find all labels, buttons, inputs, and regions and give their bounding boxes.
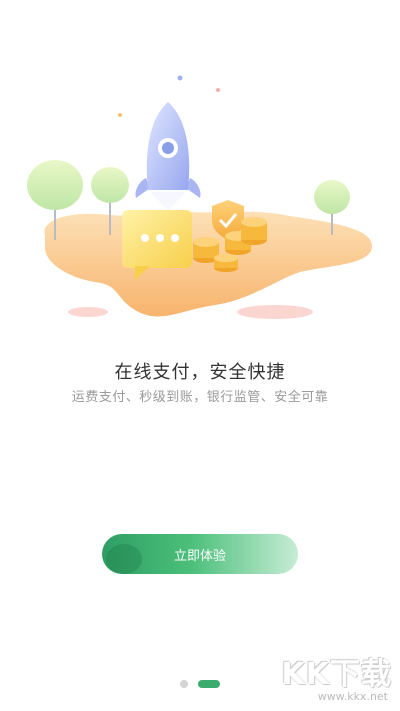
try-now-label: 立即体验 — [173, 548, 226, 564]
decor-dot — [216, 88, 220, 92]
decor-dot — [177, 75, 183, 81]
watermark-text: KK下载 — [281, 657, 392, 692]
watermark-logo: KK下载 www.kkx.net — [272, 649, 392, 703]
button-decoration — [106, 544, 142, 574]
island-shadow — [68, 307, 108, 317]
decor-dot — [118, 113, 122, 117]
island — [44, 211, 373, 317]
try-now-button[interactable]: 立即体验 — [102, 534, 298, 574]
watermark-url: www.kkx.net — [317, 690, 388, 703]
onboarding-title: 在线支付，安全快捷 — [114, 362, 286, 383]
rocket-icon — [135, 102, 201, 210]
page-dot-1[interactable] — [180, 680, 188, 688]
payment-illustration — [27, 75, 373, 319]
page-indicator — [180, 680, 220, 688]
island-shadow — [237, 305, 313, 319]
onboarding-subtitle: 运费支付、秒级到账，银行监管、安全可靠 — [71, 390, 329, 405]
page-dot-2-active[interactable] — [198, 680, 220, 688]
